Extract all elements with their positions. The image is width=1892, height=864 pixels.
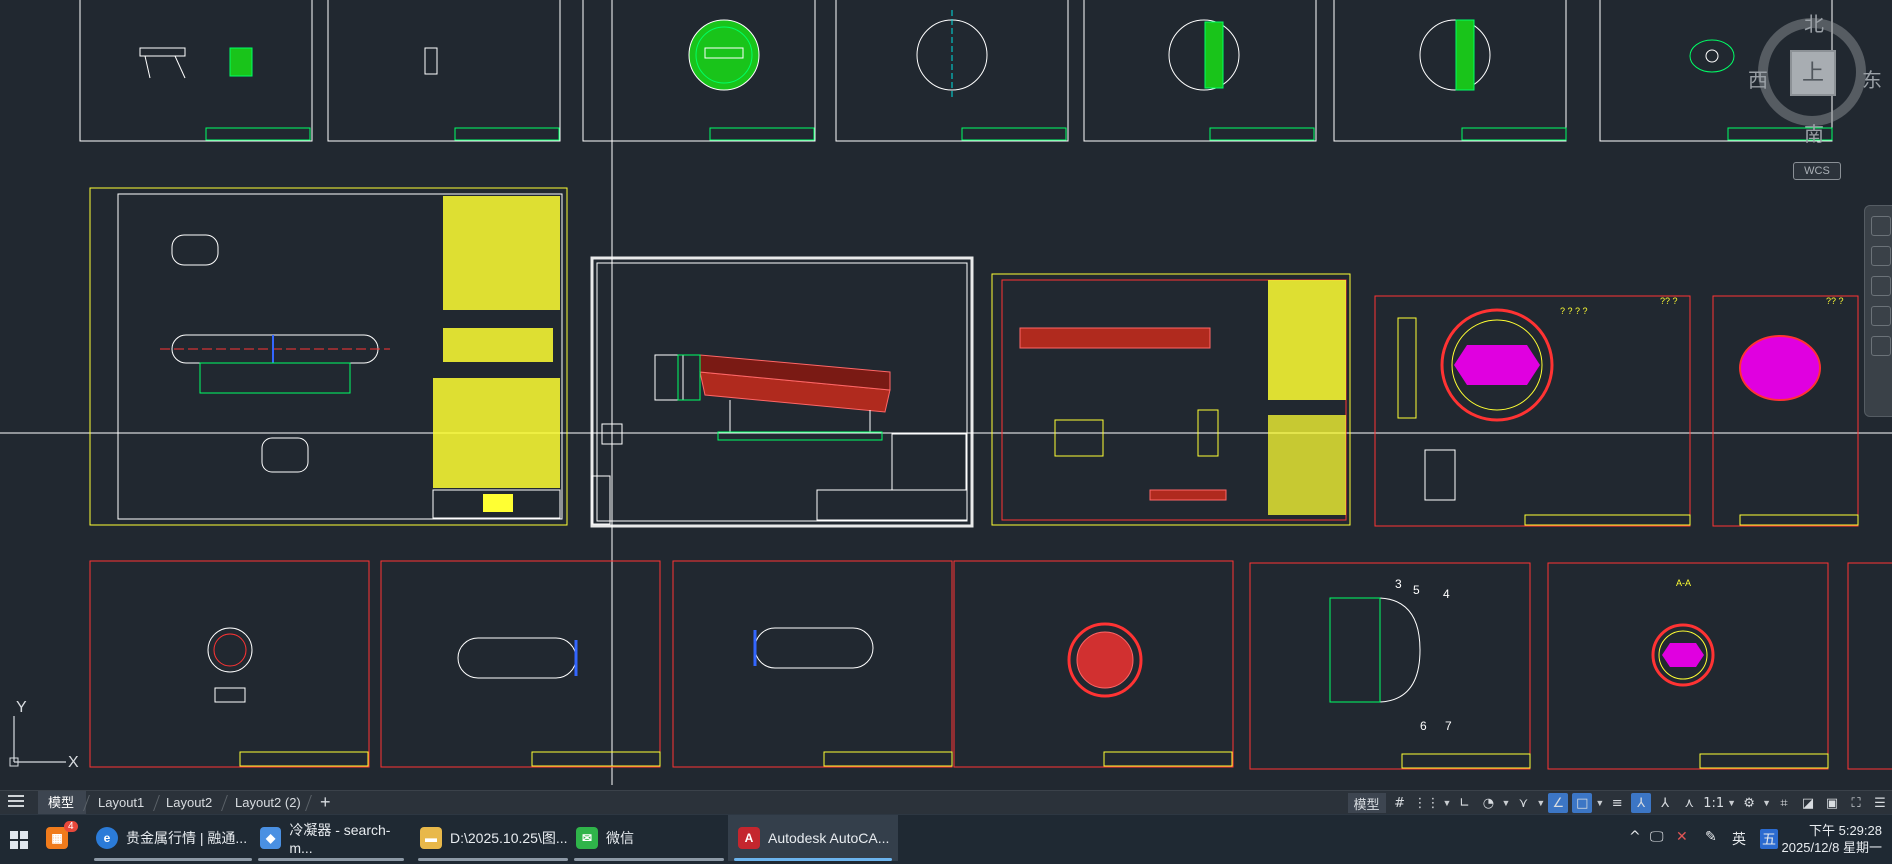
wcs-menu[interactable]: WCS xyxy=(1793,162,1841,180)
showmotion-icon[interactable] xyxy=(1871,336,1891,356)
taskbar-item-label: Autodesk AutoCA... xyxy=(768,830,890,846)
model-space-toggle[interactable]: 模型 xyxy=(1347,793,1386,813)
taskbar-item-search[interactable]: ◆ 冷凝器 - search-m... xyxy=(252,815,410,861)
taskbar-item-wechat[interactable]: ✉ 微信 xyxy=(568,815,730,861)
taskbar-item-label: 冷凝器 - search-m... xyxy=(289,822,391,856)
osnap-track-icon[interactable]: ∠ xyxy=(1548,793,1569,813)
balloon-6: 6 xyxy=(1420,719,1427,733)
compass-west[interactable]: 西 xyxy=(1748,64,1768,93)
steering-wheel-icon[interactable] xyxy=(1871,216,1891,236)
grid-icon[interactable]: # xyxy=(1390,793,1410,813)
section-label-aa: A-A xyxy=(1676,578,1691,588)
balloon-3: 3 xyxy=(1395,577,1402,591)
status-bar: 模型 # ⋮⋮ ▼ ∟ ◔ ▼ ⋎ ▼ ∠ □ ▼ ≡ ⅄ ⅄ ⋏ 1:1 ▼ ⚙ ▼ ⌗ … xyxy=(1346,791,1892,815)
clock-time: 下午 5:29:28 xyxy=(1809,823,1882,838)
navigation-bar[interactable] xyxy=(1864,205,1892,417)
polar-icon[interactable]: ◔ xyxy=(1478,793,1498,813)
annotation-scale-value[interactable]: 1:1 xyxy=(1703,793,1724,813)
balloon-4: 4 xyxy=(1443,587,1450,601)
notification-badge: 4 xyxy=(64,821,78,832)
ortho-icon[interactable]: ∟ xyxy=(1454,793,1474,813)
edge-icon: e xyxy=(96,827,118,849)
compass-north[interactable]: 北 xyxy=(1804,8,1824,37)
hardware-accel-icon[interactable]: ▣ xyxy=(1822,793,1842,813)
add-layout-button[interactable]: + xyxy=(320,791,331,813)
lineweight-icon[interactable]: ≡ xyxy=(1607,793,1627,813)
pan-icon[interactable] xyxy=(1871,246,1891,266)
balloon-7: 7 xyxy=(1445,719,1452,733)
taskbar-item-autocad[interactable]: A Autodesk AutoCA... xyxy=(728,815,898,861)
annotation-scale-icon[interactable]: ⋏ xyxy=(1679,793,1699,813)
taskbar-item-label: 贵金属行情 | 融通... xyxy=(126,830,248,846)
clean-screen-icon[interactable]: ⛶ xyxy=(1846,793,1866,813)
model-space-canvas[interactable]: 3 5 4 6 7 A-A ? ? ? ? ?? ? ?? ? 上 北 西 东 … xyxy=(0,0,1892,790)
autocad-icon: A xyxy=(738,827,760,849)
document-icon: ◆ xyxy=(260,827,282,849)
drawing-annotations: 3 5 4 6 7 A-A ? ? ? ? ?? ? ?? ? xyxy=(1395,296,1844,733)
taskbar-item-label: D:\2025.10.25\图... xyxy=(450,830,568,846)
windows-start-icon[interactable] xyxy=(10,831,28,849)
windows-taskbar: ▦ 4 e 贵金属行情 | 融通... ◆ 冷凝器 - search-m... … xyxy=(0,814,1892,864)
note-qmarks-1: ? ? ? ? xyxy=(1560,306,1588,316)
orbit-icon[interactable] xyxy=(1871,306,1891,326)
note-qmarks-2: ?? ? xyxy=(1660,296,1678,306)
tab-layout2[interactable]: Layout2 xyxy=(156,791,224,815)
compass-south[interactable]: 南 xyxy=(1804,118,1824,147)
ucs-y-label: Y xyxy=(16,699,27,716)
balloon-5: 5 xyxy=(1413,583,1420,597)
taskbar-item-edge[interactable]: e 贵金属行情 | 融通... xyxy=(88,815,258,861)
workspace-icon[interactable]: ⌗ xyxy=(1774,793,1794,813)
clock-date: 2025/12/8 星期一 xyxy=(1781,840,1882,855)
tab-layout2-copy[interactable]: Layout2 (2) xyxy=(225,791,313,815)
ime-language[interactable]: 英 xyxy=(1732,829,1746,849)
volume-muted-icon[interactable]: ✕ xyxy=(1676,829,1688,845)
viewcube-top-face[interactable]: 上 xyxy=(1790,50,1836,96)
ucs-x-label: X xyxy=(68,754,79,770)
taskbar-item-explorer[interactable]: ▬ D:\2025.10.25\图... xyxy=(412,815,574,861)
snap-icon[interactable]: ⋮⋮ xyxy=(1414,793,1440,813)
autoscale-icon[interactable]: ⅄ xyxy=(1655,793,1675,813)
chevron-up-icon[interactable]: ^ xyxy=(1629,829,1641,845)
gear-icon[interactable]: ⚙ xyxy=(1739,793,1759,813)
folder-icon: ▬ xyxy=(420,827,442,849)
wechat-icon: ✉ xyxy=(576,827,598,849)
compass-east[interactable]: 东 xyxy=(1862,64,1882,93)
system-clock[interactable]: 下午 5:29:28 2025/12/8 星期一 xyxy=(1782,822,1882,856)
viewcube[interactable]: 上 北 西 东 南 xyxy=(1744,6,1892,146)
isolate-objects-icon[interactable]: ◪ xyxy=(1798,793,1818,813)
isodraft-icon[interactable]: ⋎ xyxy=(1513,793,1533,813)
ime-mode-icon[interactable]: 五 xyxy=(1760,829,1778,849)
ucs-icon: Y X xyxy=(9,699,79,770)
tabs-menu-icon[interactable] xyxy=(8,795,24,809)
taskbar-item-label: 微信 xyxy=(606,830,634,846)
pen-icon[interactable]: ✎ xyxy=(1705,829,1717,845)
tab-model[interactable]: 模型 xyxy=(38,791,87,815)
note-qmarks-3: ?? ? xyxy=(1826,296,1844,306)
customize-menu-icon[interactable]: ☰ xyxy=(1870,793,1890,813)
taskbar-app-store[interactable]: ▦ 4 xyxy=(46,815,80,861)
annotation-visibility-icon[interactable]: ⅄ xyxy=(1631,793,1652,813)
tab-layout1[interactable]: Layout1 xyxy=(88,791,156,815)
object-snap-icon[interactable]: □ xyxy=(1572,793,1593,813)
zoom-icon[interactable] xyxy=(1871,276,1891,296)
network-icon[interactable]: 🖵 xyxy=(1650,829,1664,845)
